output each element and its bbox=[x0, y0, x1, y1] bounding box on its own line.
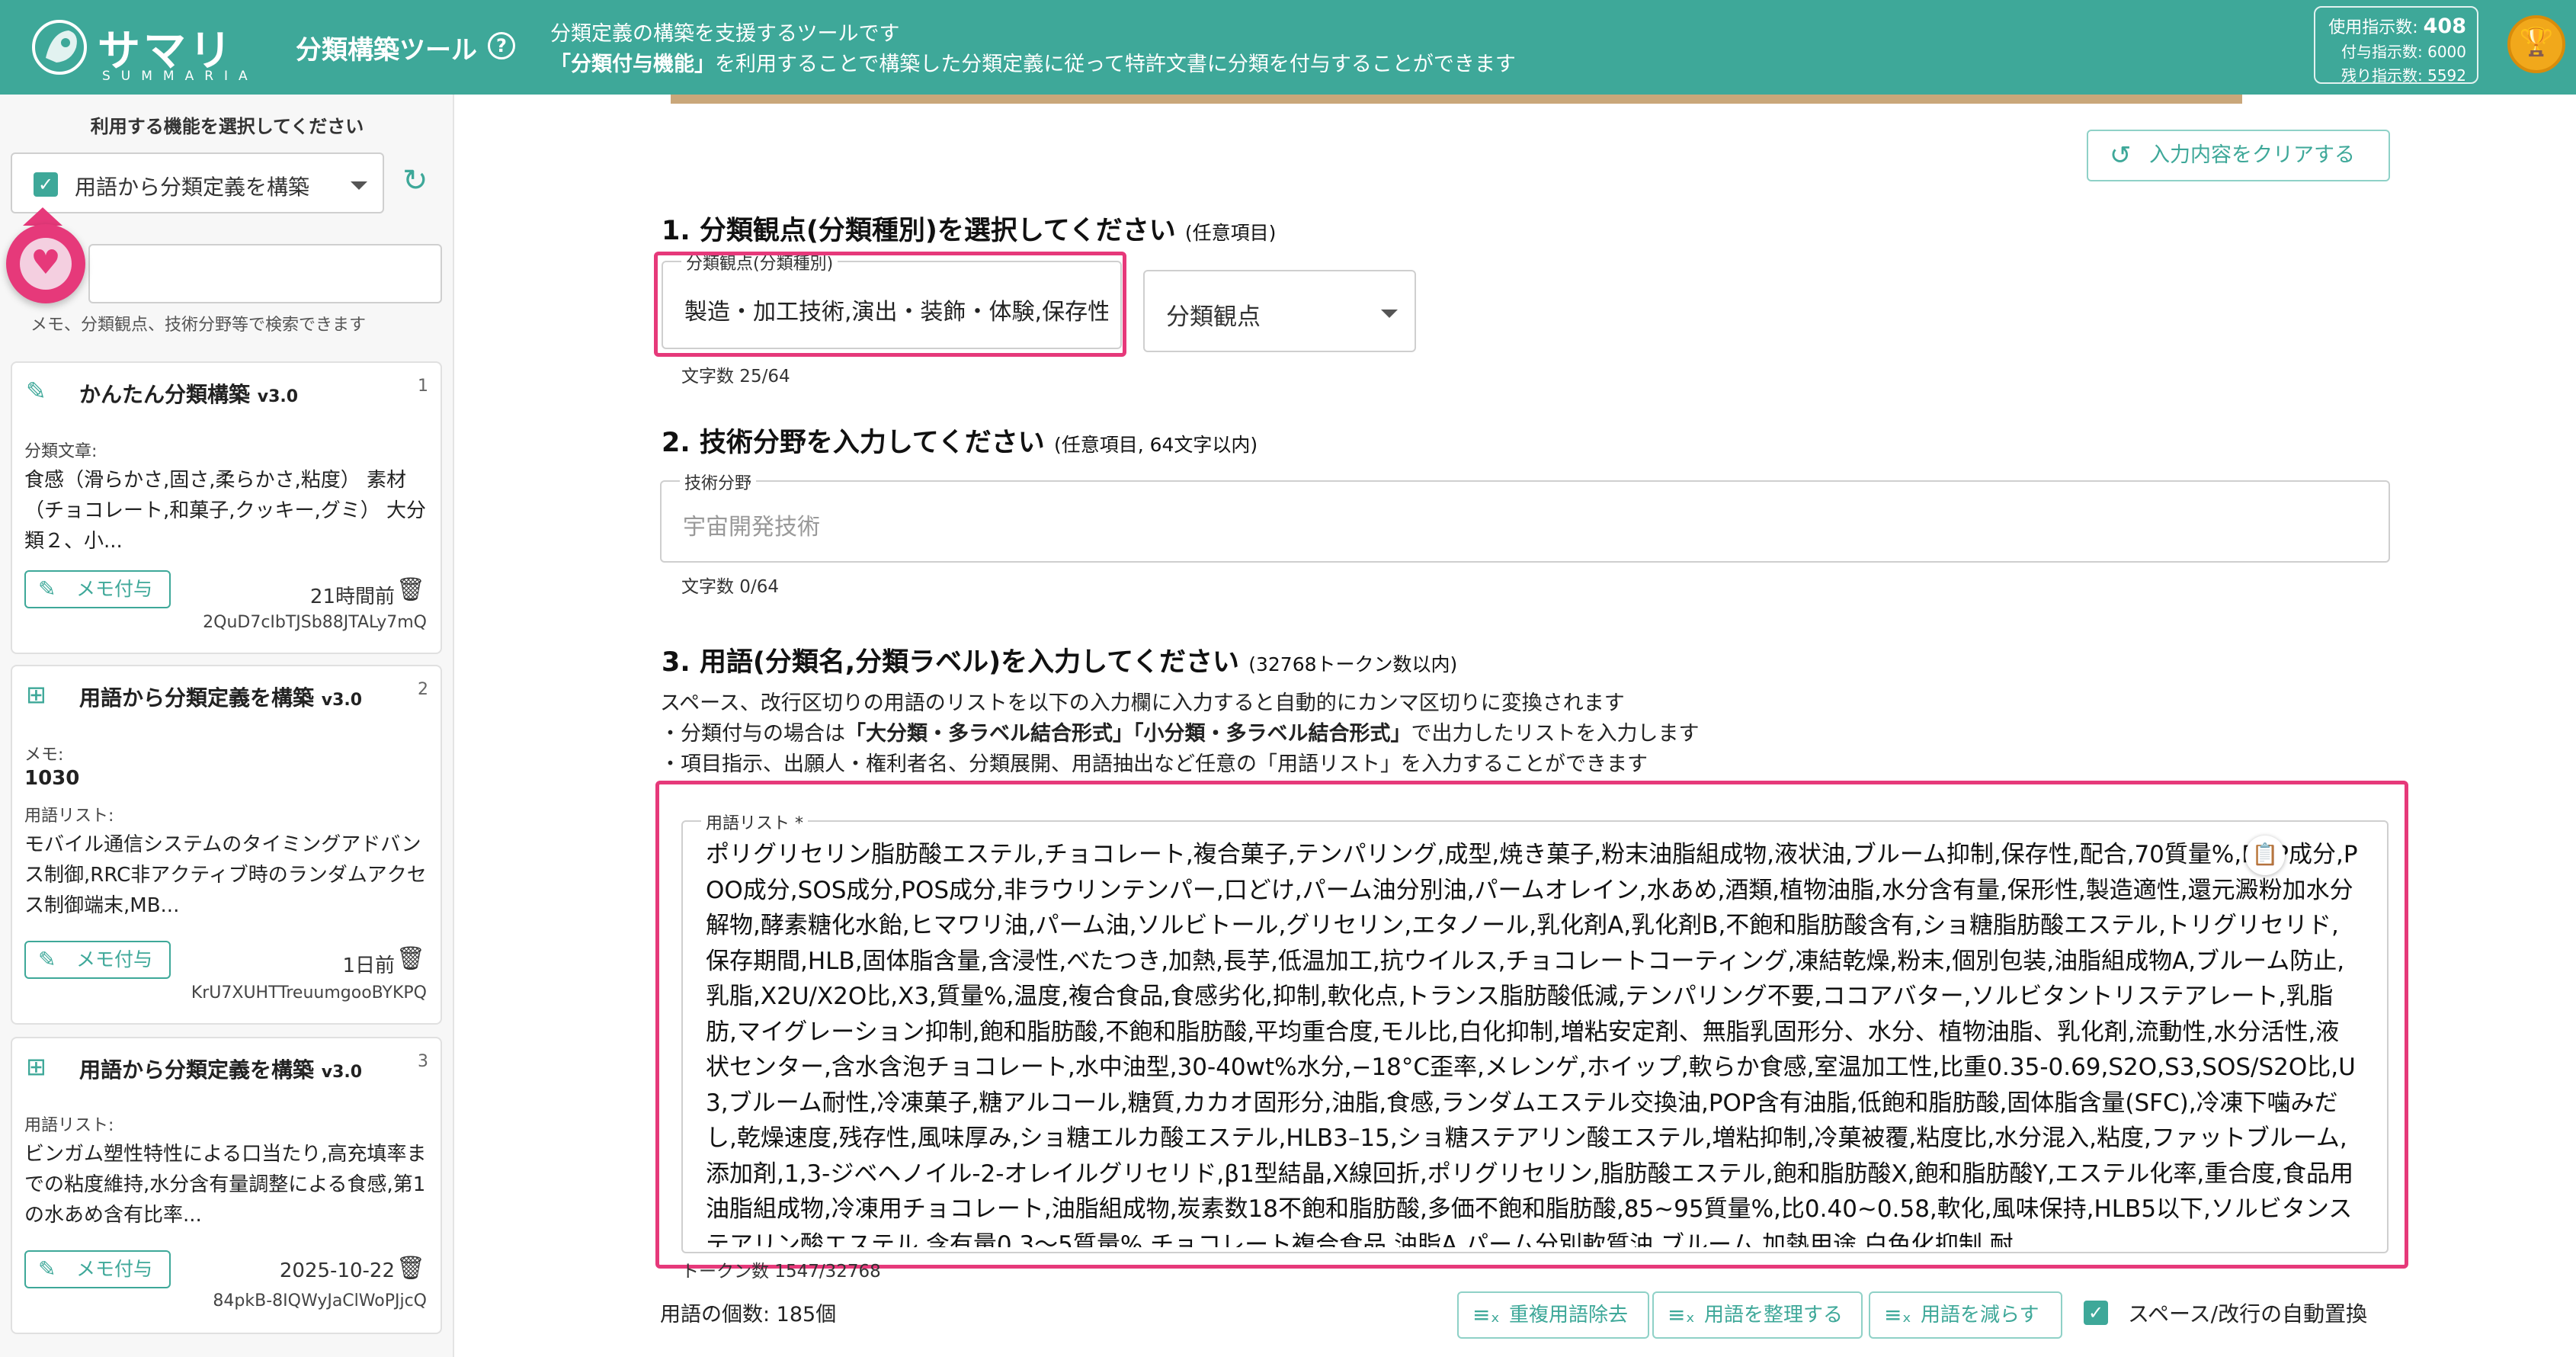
search-hint: メモ、分類観点、技術分野等で検索できます bbox=[30, 316, 367, 335]
clear-format-icon: ≡ₓ bbox=[1668, 1302, 1695, 1327]
sidebar: 利用する機能を選択してください ✓ 用語から分類定義を構築 ↻ ♥ メモ、分類観… bbox=[0, 95, 454, 1357]
card-body: モバイル通信システムのタイミングアドバンス制御,RRC非アクティブ時のランダムア… bbox=[24, 833, 427, 917]
card-number: 3 bbox=[418, 1052, 428, 1071]
granted-count: 付与指示数: 6000 bbox=[2341, 43, 2466, 61]
trash-icon[interactable]: 🗑 bbox=[396, 1255, 425, 1282]
card-date: 2025-10-22 bbox=[279, 1259, 395, 1282]
logo-subtext: SUMMARIA bbox=[102, 69, 258, 84]
refresh-icon[interactable]: ↻ bbox=[402, 163, 428, 198]
step2-title: 2. 技術分野を入力してください (任意項目, 64文字以内) bbox=[662, 428, 1258, 458]
clear-format-icon: ≡ₓ bbox=[1472, 1302, 1500, 1327]
header-description-line1: 分類定義の構築を支援するツールです bbox=[550, 22, 900, 46]
logo[interactable]: サマリア SUMMARIA bbox=[29, 14, 258, 138]
card-date: 21時間前 bbox=[309, 585, 395, 608]
highlight-box bbox=[654, 252, 1126, 357]
history-card[interactable]: ⊞ 用語から分類定義を構築 v3.0 2 メモ: 1030 用語リスト: モバイ… bbox=[11, 665, 442, 1025]
dedupe-terms-button[interactable]: ≡ₓ 重複用語除去 bbox=[1457, 1291, 1649, 1339]
term-count: 用語の個数: 185個 bbox=[660, 1303, 837, 1327]
header-description-line2: 「分類付与機能」を利用することで構築した分類定義に従って特許文書に分類を付与する… bbox=[550, 53, 1516, 76]
chevron-down-icon bbox=[1381, 310, 1398, 318]
organize-terms-button[interactable]: ≡ₓ 用語を整理する bbox=[1652, 1291, 1863, 1339]
add-memo-button[interactable]: ✎ メモ付与 bbox=[24, 941, 171, 979]
card-memo-value: 1030 bbox=[24, 767, 80, 790]
heart-icon: ♥ bbox=[20, 238, 72, 290]
help-icon[interactable]: ? bbox=[488, 32, 515, 59]
clear-format-icon: ≡ₓ bbox=[1884, 1302, 1911, 1327]
clear-input-button[interactable]: ↺ 入力内容をクリアする bbox=[2087, 130, 2390, 181]
token-count: トークン数 1547/32768 bbox=[681, 1262, 881, 1282]
card-title: かんたん分類構築 v3.0 bbox=[79, 382, 299, 407]
card-title: 用語から分類定義を構築 v3.0 bbox=[79, 685, 363, 711]
step3-instruction-1: スペース、改行区切りの用語のリストを以下の入力欄に入力すると自動的にカンマ区切り… bbox=[660, 691, 1625, 715]
auto-replace-label: スペース/改行の自動置換 bbox=[2128, 1301, 2368, 1327]
card-id: 84pkB-8IQWyJaClWoPJjcQ bbox=[213, 1291, 427, 1310]
step3-instruction-3: ・項目指示、出願人・権利者名、分類展開、用語抽出など任意の「用語リスト」を入力す… bbox=[660, 752, 1648, 776]
remaining-count: 残り指示数: 5592 bbox=[2341, 66, 2466, 85]
step3-instruction-2: ・分類付与の場合は「大分類・多ラベル結合形式」「小分類・多ラベル結合形式」で出力… bbox=[660, 722, 1700, 746]
pencil-icon: ✎ bbox=[38, 576, 56, 602]
trash-icon[interactable]: 🗑 bbox=[396, 945, 425, 972]
hierarchy-icon: ⊞ bbox=[26, 680, 46, 709]
function-select-label: 利用する機能を選択してください bbox=[90, 116, 364, 137]
card-label: 分類文章: bbox=[24, 442, 98, 461]
magic-wand-icon: ✎ bbox=[26, 377, 46, 406]
add-memo-button[interactable]: ✎ メモ付与 bbox=[24, 1250, 171, 1288]
pencil-icon: ✎ bbox=[38, 947, 56, 972]
classification-aspect-dropdown[interactable]: 分類観点 bbox=[1143, 270, 1416, 352]
trash-icon[interactable]: 🗑 bbox=[396, 576, 425, 603]
used-count: 408 bbox=[2423, 14, 2466, 38]
step2-char-count: 文字数 0/64 bbox=[681, 577, 779, 597]
technical-field-placeholder: 宇宙開発技術 bbox=[683, 514, 820, 541]
history-card[interactable]: ⊞ 用語から分類定義を構築 v3.0 3 用語リスト: ビンガム塑性特性による口… bbox=[11, 1037, 442, 1334]
main-content: ↺ 入力内容をクリアする 1. 分類観点(分類種別)を選択してください (任意項目… bbox=[457, 95, 2576, 1357]
technical-field-input[interactable]: 技術分野 宇宙開発技術 bbox=[660, 470, 2390, 563]
card-id: KrU7XUHTTreuumgooBYKPQ bbox=[191, 983, 427, 1003]
history-search-input[interactable] bbox=[88, 244, 442, 303]
auto-replace-checkbox[interactable]: ✓ bbox=[2084, 1301, 2108, 1325]
step1-char-count: 文字数 25/64 bbox=[681, 367, 790, 387]
favorite-filter-button[interactable]: ♥ bbox=[6, 224, 85, 303]
card-number: 1 bbox=[418, 377, 428, 396]
history-card[interactable]: ✎ かんたん分類構築 v3.0 1 分類文章: 食感（滑らかさ,固さ,柔らかさ,… bbox=[11, 361, 442, 654]
card-memo-label: メモ: bbox=[24, 746, 64, 765]
favorite-pin-pointer bbox=[23, 207, 62, 226]
card-body: 食感（滑らかさ,固さ,柔らかさ,粘度） 素材（チョコレート,和菓子,クッキー,グ… bbox=[24, 469, 427, 553]
add-memo-button[interactable]: ✎ メモ付与 bbox=[24, 570, 171, 608]
trophy-icon[interactable]: 🏆 bbox=[2507, 15, 2565, 73]
highlight-box bbox=[655, 781, 2408, 1269]
app-header: サマリア SUMMARIA 分類構築ツール ? 分類定義の構築を支援するツールで… bbox=[0, 0, 2576, 138]
step3-title: 3. 用語(分類名,分類ラベル)を入力してください (32768トークン数以内) bbox=[662, 647, 1458, 678]
card-number: 2 bbox=[418, 680, 428, 699]
function-select[interactable]: ✓ 用語から分類定義を構築 bbox=[11, 152, 384, 213]
reduce-terms-button[interactable]: ≡ₓ 用語を減らす bbox=[1869, 1291, 2062, 1339]
logo-mark-icon bbox=[32, 20, 87, 75]
card-body: ビンガム塑性特性による口当たり,高充填率までの粘度維持,水分含有量調整による食感… bbox=[24, 1143, 427, 1227]
reset-icon: ↺ bbox=[2110, 140, 2132, 171]
card-label: 用語リスト: bbox=[24, 807, 114, 826]
hierarchy-icon: ⊞ bbox=[26, 1052, 46, 1081]
chevron-down-icon bbox=[351, 181, 367, 190]
card-title: 用語から分類定義を構築 v3.0 bbox=[79, 1057, 363, 1083]
card-label: 用語リスト: bbox=[24, 1116, 114, 1135]
card-date: 1日前 bbox=[342, 954, 395, 977]
tool-title: 分類構築ツール bbox=[296, 35, 477, 66]
card-id: 2QuD7cIbTJSb88JTALy7mQ bbox=[203, 613, 427, 632]
usage-counter: 使用指示数: 408 付与指示数: 6000 残り指示数: 5592 bbox=[2314, 6, 2478, 85]
step1-title: 1. 分類観点(分類種別)を選択してください (任意項目) bbox=[662, 216, 1277, 246]
banner-image bbox=[671, 95, 2242, 104]
checkbox-icon: ✓ bbox=[34, 172, 58, 197]
pencil-icon: ✎ bbox=[38, 1256, 56, 1282]
